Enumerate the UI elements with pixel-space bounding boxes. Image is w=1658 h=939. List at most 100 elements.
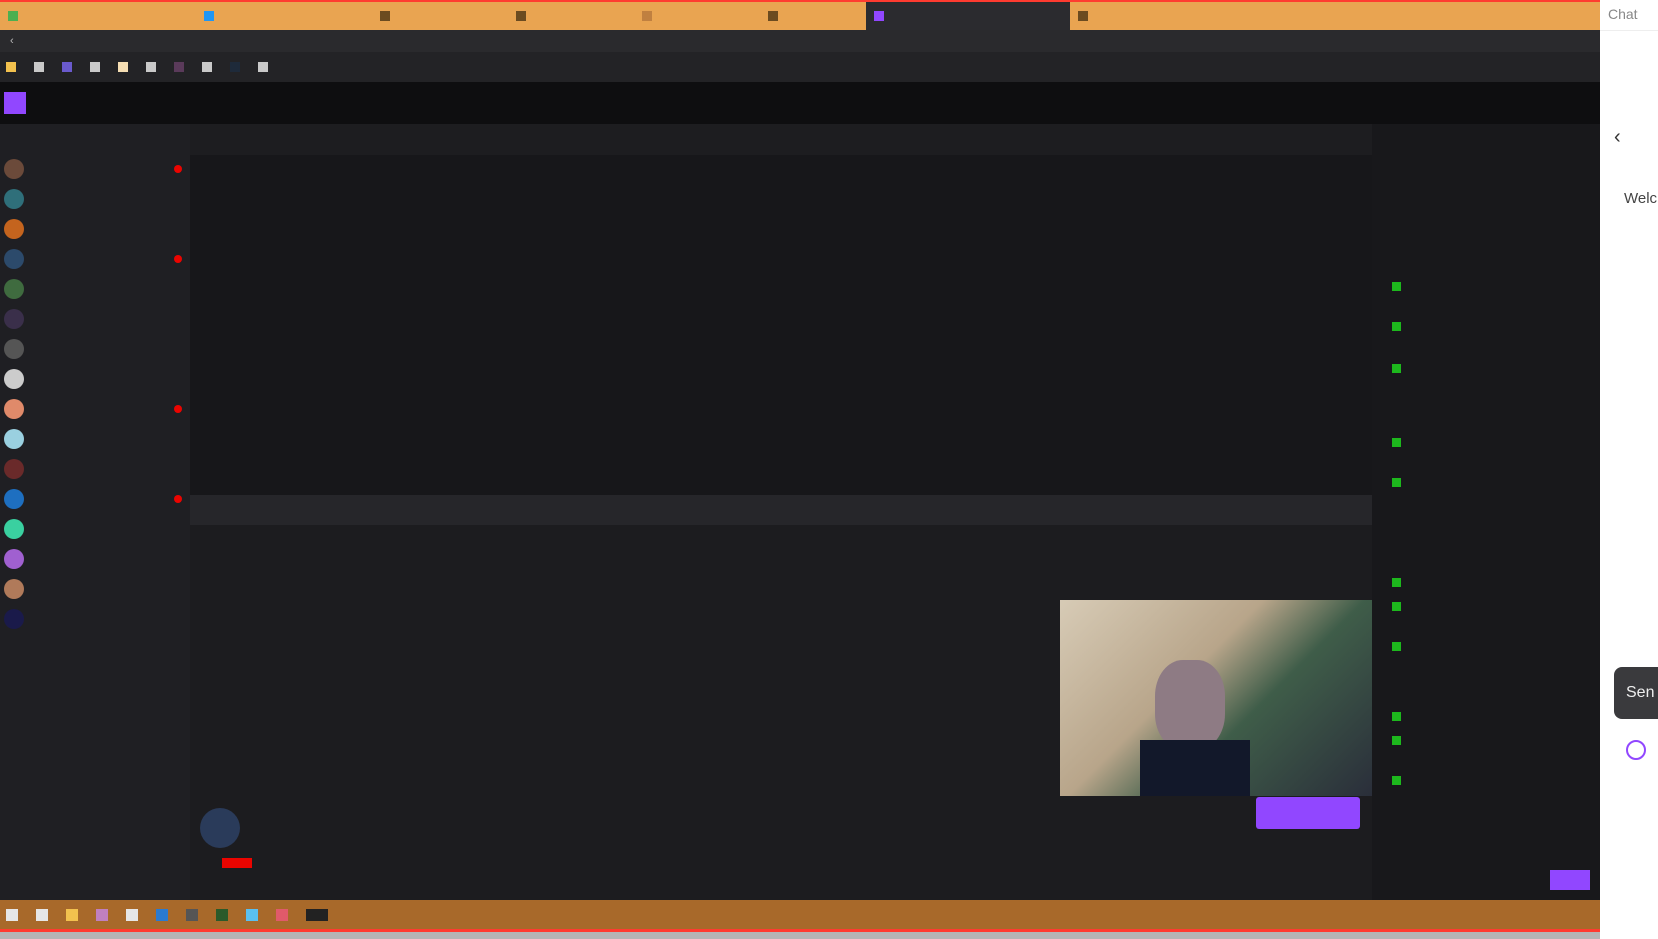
back-chevron-icon[interactable]: ‹ (1614, 126, 1621, 149)
sidebar-channel[interactable] (0, 154, 190, 184)
chat-message (1392, 478, 1597, 487)
streamer-avatar[interactable] (200, 808, 240, 848)
taskbar-app-icon[interactable] (96, 908, 108, 921)
taskbar-app-icon[interactable] (306, 908, 328, 921)
right-edge-strip (1600, 780, 1658, 939)
sidebar-channel[interactable] (0, 184, 190, 214)
avatar (4, 579, 24, 599)
chat-message (1392, 578, 1597, 587)
tab-favicon-icon (380, 11, 390, 21)
taskbar-app-icon[interactable] (276, 908, 288, 921)
avatar (4, 519, 24, 539)
streamer-shirt (1140, 740, 1250, 796)
chat-badge-icon (1392, 578, 1401, 587)
sidebar-channel[interactable] (0, 424, 190, 454)
avatar (4, 309, 24, 329)
sidebar-channel[interactable] (0, 214, 190, 244)
bookmark-icon (34, 62, 44, 72)
avatar (4, 429, 24, 449)
chat-message (1392, 364, 1597, 373)
tab-favicon-icon (516, 11, 526, 21)
taskbar-app-icon[interactable] (6, 908, 18, 921)
bookmark-item[interactable] (34, 62, 48, 72)
browser-tab[interactable] (0, 2, 196, 30)
bookmark-icon (230, 62, 240, 72)
tab-favicon-icon (204, 11, 214, 21)
taskbar-app-icon[interactable] (36, 908, 48, 921)
taskbar-app-icon[interactable] (156, 908, 168, 921)
bookmark-icon (62, 62, 72, 72)
chat-badge-icon (1392, 282, 1401, 291)
bookmark-item[interactable] (230, 62, 244, 72)
back-icon[interactable]: ‹ (10, 35, 14, 47)
avatar (4, 399, 24, 419)
bookmark-item[interactable] (258, 62, 272, 72)
chat-send-button[interactable] (1550, 870, 1590, 890)
bookmark-item[interactable] (202, 62, 216, 72)
sidebar-channel[interactable] (0, 454, 190, 484)
chat-message (1392, 712, 1597, 721)
chat-badge-icon (1392, 438, 1401, 447)
bookmark-item[interactable] (62, 62, 76, 72)
chat-message (1392, 642, 1597, 651)
browser-tab[interactable] (634, 2, 760, 30)
browser-tab[interactable] (372, 2, 508, 30)
bookmark-item[interactable] (90, 62, 104, 72)
taskbar-app-icon[interactable] (126, 908, 138, 921)
bottom-strip (0, 932, 1600, 939)
sidebar-channel[interactable] (0, 574, 190, 604)
chat-badge-icon (1392, 736, 1401, 745)
bookmark-item[interactable] (174, 62, 188, 72)
browser-tab-active[interactable] (866, 2, 1070, 30)
os-taskbar (0, 900, 1600, 932)
chat-panel (1372, 124, 1600, 900)
bookmark-icon (258, 62, 268, 72)
taskbar-app-icon[interactable] (66, 908, 78, 921)
tab-favicon-icon (1078, 11, 1088, 21)
sidebar-channel[interactable] (0, 244, 190, 274)
sidebar-channel[interactable] (0, 484, 190, 514)
sidebar-channel[interactable] (0, 514, 190, 544)
sidebar-channel[interactable] (0, 364, 190, 394)
sidebar-channel[interactable] (0, 394, 190, 424)
bookmark-item[interactable] (6, 62, 20, 72)
live-indicator (174, 495, 182, 503)
taskbar-app-icon[interactable] (246, 908, 258, 921)
live-indicator (174, 165, 182, 173)
live-indicator (174, 255, 182, 263)
taskbar-app-icon[interactable] (216, 908, 228, 921)
browser-tab[interactable] (760, 2, 866, 30)
sidebar-channel[interactable] (0, 274, 190, 304)
chat-badge-icon (1392, 364, 1401, 373)
video-player[interactable] (190, 155, 1372, 495)
address-bar[interactable]: ‹ (0, 30, 1600, 52)
taskbar-app-icon[interactable] (186, 908, 198, 921)
subscribe-button[interactable] (1256, 797, 1360, 829)
chat-message (1392, 776, 1597, 785)
sidebar-channel[interactable] (0, 334, 190, 364)
avatar (4, 249, 24, 269)
avatar (4, 459, 24, 479)
avatar (4, 189, 24, 209)
bookmark-icon (202, 62, 212, 72)
chat-message (1392, 322, 1597, 331)
bookmark-item[interactable] (118, 62, 132, 72)
chat-badge-icon (1392, 642, 1401, 651)
sidebar-channel[interactable] (0, 304, 190, 334)
send-button[interactable]: Sen (1614, 667, 1658, 719)
bookmarks-bar (0, 52, 1600, 82)
browser-tab[interactable] (508, 2, 634, 30)
browser-tab[interactable] (1070, 2, 1206, 30)
player-top-bar (190, 124, 1372, 155)
sidebar-channel[interactable] (0, 544, 190, 574)
browser-tab[interactable] (196, 2, 372, 30)
popout-title: Chat (1600, 0, 1658, 31)
avatar (4, 159, 24, 179)
sidebar-channel[interactable] (0, 604, 190, 634)
chat-badge-icon (1392, 602, 1401, 611)
followed-channels-sidebar (0, 124, 190, 900)
avatar (4, 549, 24, 569)
tab-favicon-icon (874, 11, 884, 21)
site-logo-icon[interactable] (4, 92, 26, 114)
bookmark-item[interactable] (146, 62, 160, 72)
